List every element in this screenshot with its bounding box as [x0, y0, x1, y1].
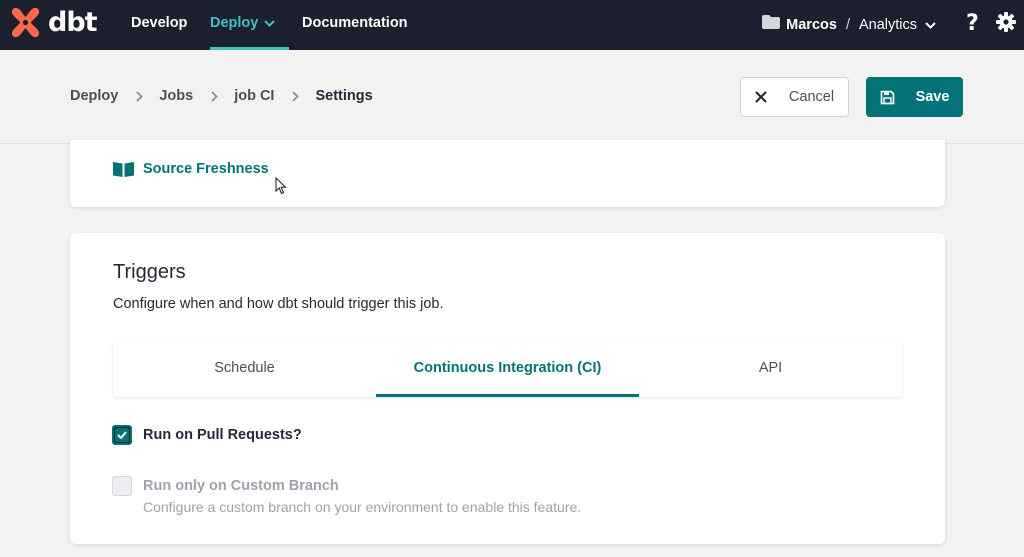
tab-ci-label: Continuous Integration (CI)	[413, 360, 602, 376]
tab-api-label: API	[758, 360, 783, 376]
book-icon	[113, 161, 143, 177]
folder-icon	[762, 2, 781, 48]
nav-deploy-label: Deploy	[210, 15, 259, 31]
logo-text: dbt	[48, 7, 98, 38]
breadcrumb-jobs[interactable]: Jobs	[159, 88, 193, 104]
custom-branch-option: Run only on Custom Branch	[112, 476, 339, 496]
nav-deploy[interactable]: Deploy	[210, 0, 289, 50]
account-project-switcher[interactable]: Marcos / Analytics	[762, 0, 936, 50]
svg-text:?: ?	[966, 11, 979, 34]
account-separator: /	[845, 17, 850, 33]
tab-schedule-label: Schedule	[214, 360, 275, 376]
breadcrumb: Deploy Jobs job CI Settings	[70, 88, 373, 104]
run-on-pull-requests-label: Run on Pull Requests?	[143, 427, 302, 443]
section-description: Configure when and how dbt should trigge…	[113, 296, 444, 312]
chevron-right-icon	[136, 90, 144, 102]
gear-icon[interactable]	[996, 12, 1016, 37]
breadcrumb-deploy[interactable]: Deploy	[70, 88, 118, 104]
chevron-right-icon	[211, 90, 218, 102]
nav-develop-label: Develop	[131, 15, 188, 31]
run-on-pull-requests-checkbox[interactable]	[112, 425, 132, 445]
cancel-button-label: Cancel	[788, 89, 835, 105]
dbt-logo-icon	[11, 7, 40, 38]
help-icon[interactable]: ?	[965, 10, 981, 39]
tab-continuous-integration[interactable]: Continuous Integration (CI)	[376, 341, 639, 397]
section-title: Triggers	[113, 261, 186, 283]
mouse-cursor-icon	[275, 176, 287, 200]
save-button[interactable]: Save	[866, 77, 963, 117]
chevron-down-icon	[925, 21, 936, 29]
triggers-card: Triggers Configure when and how dbt shou…	[70, 233, 945, 544]
tab-api[interactable]: API	[639, 341, 902, 397]
breadcrumb-settings: Settings	[315, 88, 373, 104]
tab-schedule[interactable]: Schedule	[113, 341, 376, 397]
trigger-tabs: Schedule Continuous Integration (CI) API	[113, 341, 902, 397]
nav-documentation[interactable]: Documentation	[302, 0, 408, 50]
execution-settings-card: Source Freshness	[70, 140, 945, 207]
source-freshness-label: Source Freshness	[143, 161, 269, 177]
save-icon	[880, 90, 905, 105]
nav-develop[interactable]: Develop	[131, 0, 187, 50]
chevron-down-icon	[264, 0, 276, 46]
close-icon	[755, 91, 777, 103]
cancel-button[interactable]: Cancel	[740, 77, 849, 117]
custom-branch-help-text: Configure a custom branch on your enviro…	[143, 499, 582, 515]
top-navigation: dbt Develop Deploy Documentation Marcos …	[0, 0, 1024, 50]
source-freshness-link[interactable]: Source Freshness	[113, 161, 269, 177]
dbt-logo[interactable]: dbt	[9, 6, 98, 39]
account-user: Marcos	[786, 17, 837, 33]
page-header: Deploy Jobs job CI Settings Cancel Save	[0, 50, 1024, 144]
custom-branch-label: Run only on Custom Branch	[143, 478, 339, 494]
breadcrumb-job-ci[interactable]: job CI	[234, 88, 274, 104]
account-project: Analytics	[858, 17, 917, 33]
save-button-label: Save	[915, 89, 950, 105]
run-on-pull-requests-option[interactable]: Run on Pull Requests?	[112, 425, 302, 445]
custom-branch-checkbox	[112, 476, 132, 496]
checkmark-icon	[115, 428, 129, 442]
nav-documentation-label: Documentation	[302, 15, 408, 31]
chevron-right-icon	[292, 90, 300, 102]
